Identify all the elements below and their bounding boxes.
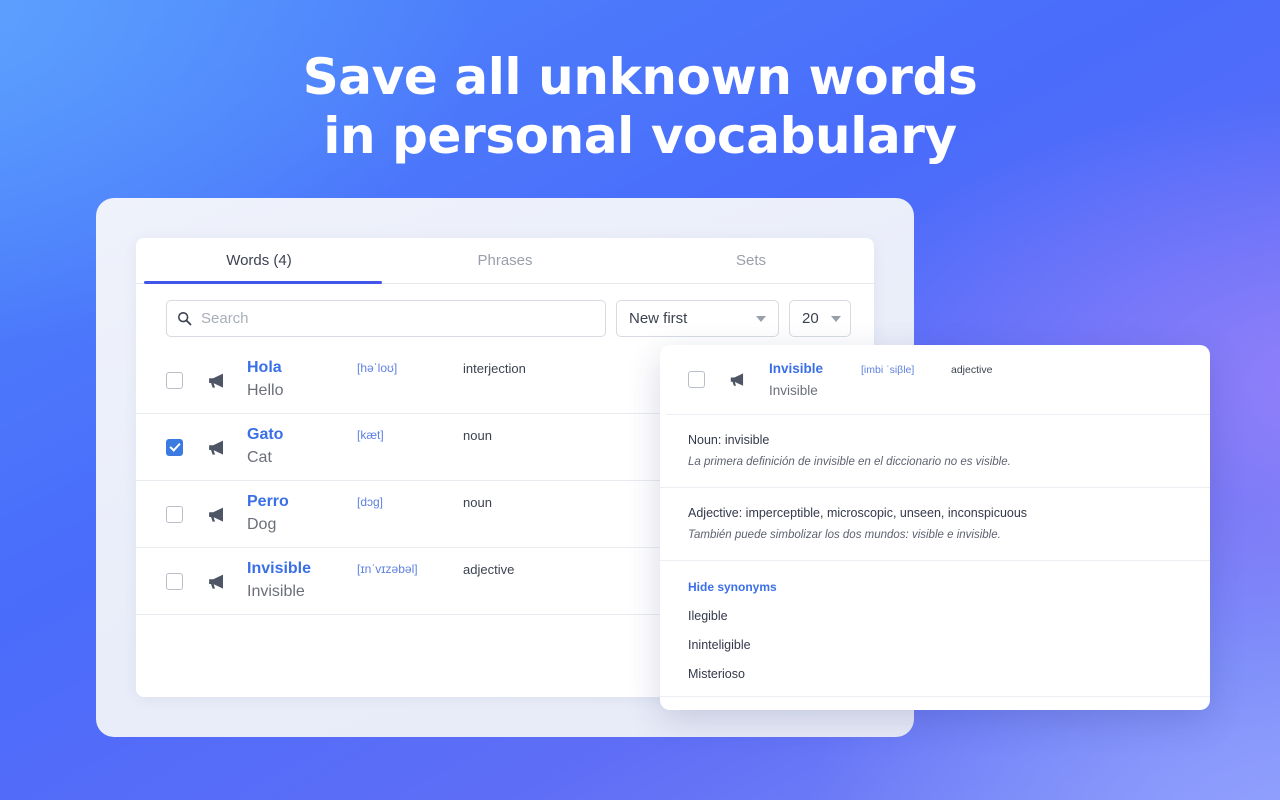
definition-block: Noun: invisible La primera definición de… <box>660 415 1210 488</box>
word-main: Gato Cat <box>247 425 357 469</box>
headline-line-2: in personal vocabulary <box>323 107 957 165</box>
word-part-of-speech: interjection <box>463 361 526 376</box>
tab-phrases[interactable]: Phrases <box>382 238 628 283</box>
word-term[interactable]: Hola <box>247 358 357 378</box>
word-term[interactable]: Perro <box>247 492 357 512</box>
sort-order-value: New first <box>629 310 688 327</box>
speaker-icon[interactable] <box>205 438 225 456</box>
row-checkbox[interactable] <box>166 371 183 389</box>
word-term[interactable]: Invisible <box>247 559 357 579</box>
headline-line-1: Save all unknown words <box>302 48 978 106</box>
list-toolbar: New first 20 <box>136 284 874 337</box>
sort-order-select[interactable]: New first <box>616 300 779 337</box>
definition-example: También puede simbolizar los dos mundos:… <box>688 529 1001 541</box>
speaker-icon[interactable] <box>205 572 225 590</box>
definition-title: Noun: invisible <box>688 433 770 447</box>
list-item: Ininteligible <box>688 638 751 652</box>
word-part-of-speech: noun <box>463 428 492 443</box>
detail-word-part-of-speech: adjective <box>951 364 993 376</box>
word-translation: Cat <box>247 449 272 466</box>
detail-word-translation: Invisible <box>769 382 818 398</box>
word-main: Perro Dog <box>247 492 357 536</box>
speaker-icon[interactable] <box>205 505 225 523</box>
row-checkbox[interactable] <box>166 572 183 590</box>
page-size-select[interactable]: 20 <box>789 300 851 337</box>
page-headline: Save all unknown words in personal vocab… <box>0 48 1280 166</box>
list-item: Misterioso <box>688 667 745 681</box>
word-main: Hola Hello <box>247 358 357 402</box>
hide-synonyms-link[interactable]: Hide synonyms <box>688 579 1186 595</box>
definition-block: Adjective: imperceptible, microscopic, u… <box>660 488 1210 561</box>
row-checkbox[interactable] <box>166 438 183 456</box>
active-tab-indicator <box>144 281 382 284</box>
source-row: Source: https://www.youtube.com/whatisin… <box>660 697 1210 710</box>
row-checkbox[interactable] <box>166 505 183 523</box>
detail-word-ipa: [imbi ˈsiβle] <box>861 364 915 376</box>
word-part-of-speech: noun <box>463 495 492 510</box>
tab-words[interactable]: Words (4) <box>136 238 382 283</box>
page-size-value: 20 <box>802 310 819 327</box>
word-ipa: [ɪnˈvɪzəbəl] <box>357 562 418 576</box>
search-field[interactable] <box>166 300 606 337</box>
synonyms-block: Hide synonyms Ilegible Ininteligible Mis… <box>660 561 1210 697</box>
list-item: Ilegible <box>688 609 728 623</box>
definition-title: Adjective: imperceptible, microscopic, u… <box>688 506 1028 520</box>
detail-checkbox[interactable] <box>688 371 705 388</box>
detail-word-term[interactable]: Invisible <box>769 360 861 377</box>
word-ipa: [dɔg] <box>357 495 384 509</box>
search-input[interactable] <box>201 310 595 327</box>
word-main: Invisible Invisible <box>247 559 357 603</box>
word-ipa: [həˈloʊ] <box>357 361 398 375</box>
word-translation: Hello <box>247 382 284 399</box>
tab-sets[interactable]: Sets <box>628 238 874 283</box>
word-term[interactable]: Gato <box>247 425 357 445</box>
detail-word-main: Invisible Invisible <box>769 360 861 400</box>
definition-example: La primera definición de invisible en el… <box>688 456 1011 468</box>
speaker-icon[interactable] <box>205 371 225 389</box>
word-detail-popup: Invisible Invisible [imbi ˈsiβle] adject… <box>660 345 1210 710</box>
chevron-down-icon <box>830 315 841 322</box>
search-icon <box>177 311 192 326</box>
word-part-of-speech: adjective <box>463 562 515 577</box>
chevron-down-icon <box>756 315 766 322</box>
word-ipa: [kæt] <box>357 428 384 442</box>
tab-bar: Words (4) Phrases Sets <box>136 238 874 284</box>
speaker-icon[interactable] <box>727 371 747 389</box>
word-translation: Invisible <box>247 583 305 600</box>
word-translation: Dog <box>247 516 277 533</box>
detail-header: Invisible Invisible [imbi ˈsiβle] adject… <box>666 345 1210 415</box>
